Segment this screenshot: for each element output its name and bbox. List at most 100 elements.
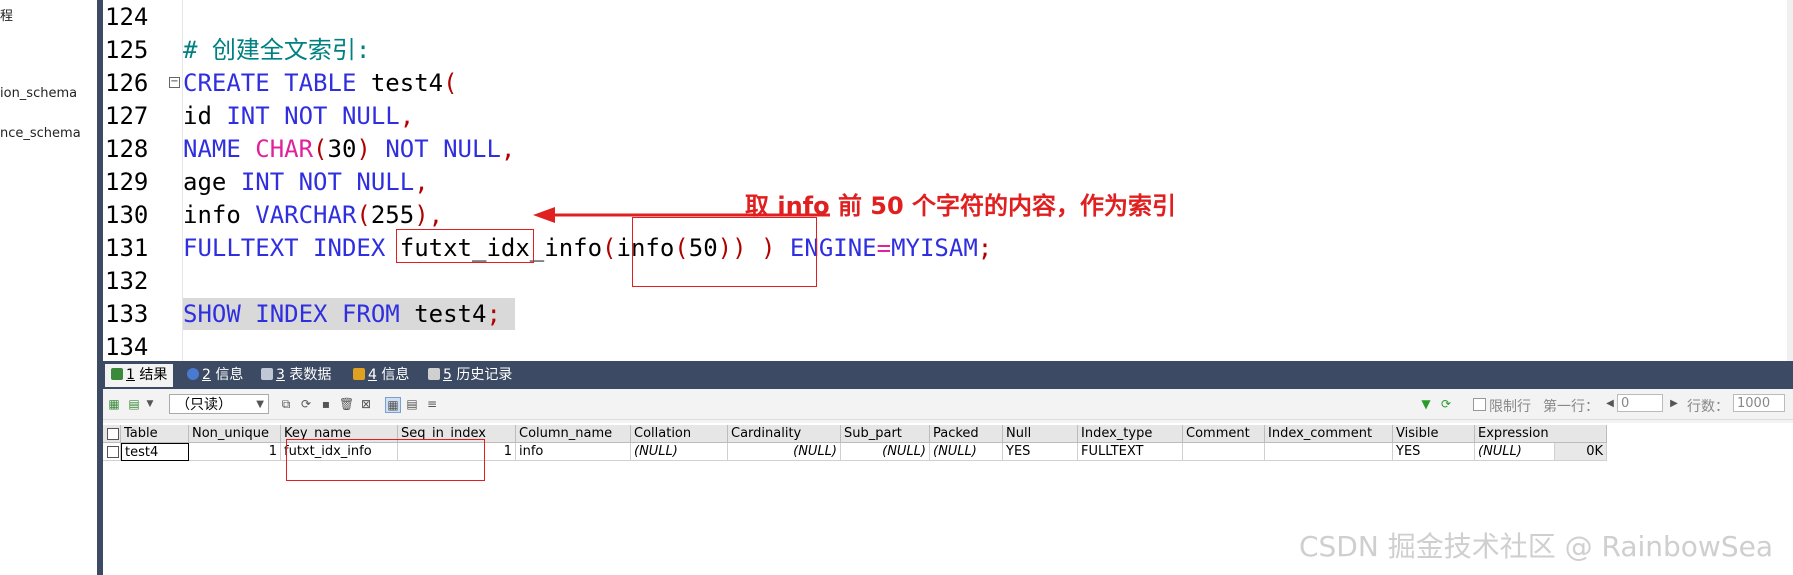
import-icon[interactable]: ▤ bbox=[127, 397, 141, 411]
tab-label: 信息 bbox=[215, 367, 244, 383]
readonly-select-value: （只读） bbox=[176, 397, 232, 413]
history-icon bbox=[428, 368, 440, 380]
table-cell[interactable] bbox=[1265, 443, 1393, 461]
filter-icon[interactable]: ▼ bbox=[1419, 397, 1433, 411]
highlight-box-prefix-length bbox=[632, 217, 817, 287]
text-view-icon[interactable]: ≡ bbox=[425, 397, 439, 411]
select-all-checkbox[interactable] bbox=[107, 428, 119, 440]
fold-toggle-icon[interactable]: − bbox=[169, 77, 180, 88]
table-cell[interactable]: info bbox=[516, 443, 631, 461]
refresh-row-icon[interactable]: ⟳ bbox=[299, 397, 313, 411]
tab-label: 历史记录 bbox=[456, 367, 513, 383]
save-icon[interactable]: ▪ bbox=[319, 397, 333, 411]
table-cell[interactable]: (NULL) bbox=[1475, 443, 1555, 461]
line-number: 124 bbox=[105, 3, 149, 31]
next-page-icon[interactable]: ▶ bbox=[1667, 397, 1681, 411]
code-number: 255 bbox=[370, 201, 415, 229]
line-number: 129 bbox=[105, 168, 149, 196]
tab-messages[interactable]: 2 信息 bbox=[187, 364, 243, 387]
table-cell[interactable]: FULLTEXT bbox=[1078, 443, 1183, 461]
chevron-down-icon: ▼ bbox=[256, 399, 264, 410]
blob-size-cell[interactable]: 0K bbox=[1555, 443, 1607, 461]
tab-history[interactable]: 5 历史记录 bbox=[428, 364, 512, 387]
code-keyword: INT NOT NULL bbox=[240, 168, 415, 196]
tree-item-routines[interactable]: 程 bbox=[0, 5, 13, 24]
tab-result[interactable]: 1 结果 bbox=[105, 364, 174, 387]
grid-view-icon[interactable]: ▦ bbox=[385, 397, 401, 413]
code-number: 30 bbox=[327, 135, 357, 163]
column-header[interactable]: Index_comment bbox=[1265, 425, 1393, 443]
row-select-cell[interactable] bbox=[103, 443, 121, 461]
line-number: 130 bbox=[105, 201, 149, 229]
tab-number: 2 bbox=[202, 367, 211, 383]
column-header[interactable]: Expression bbox=[1475, 425, 1607, 443]
code-comma: , bbox=[414, 168, 429, 196]
code-paren: ( bbox=[313, 135, 328, 163]
column-header[interactable]: Sub_part bbox=[841, 425, 930, 443]
line-number: 133 bbox=[105, 300, 149, 328]
column-header[interactable]: Cardinality bbox=[728, 425, 841, 443]
line-number: 126 bbox=[105, 69, 149, 97]
code-keyword: INT NOT NULL bbox=[226, 102, 400, 130]
row-checkbox[interactable] bbox=[107, 446, 119, 458]
column-header[interactable]: Table bbox=[121, 425, 189, 443]
table-cell[interactable]: (NULL) bbox=[631, 443, 728, 461]
column-header[interactable]: Column_name bbox=[516, 425, 631, 443]
column-header[interactable]: Non_unique bbox=[189, 425, 281, 443]
table-cell[interactable]: YES bbox=[1003, 443, 1078, 461]
column-header[interactable]: Visible bbox=[1393, 425, 1475, 443]
code-identifier: id bbox=[183, 102, 212, 130]
editor-scrollbar[interactable] bbox=[1787, 0, 1793, 361]
result-tabbar: 1 结果 2 信息 3 表数据 4 信息 5 历史记录 bbox=[103, 361, 1793, 389]
column-header[interactable]: Comment bbox=[1183, 425, 1265, 443]
reload-icon[interactable]: ⟳ bbox=[1439, 397, 1453, 411]
code-paren: ( bbox=[356, 201, 371, 229]
highlight-box-index-name bbox=[396, 229, 534, 263]
readonly-select[interactable]: （只读） ▼ bbox=[169, 394, 269, 414]
dropdown-arrow-icon[interactable]: ▼ bbox=[143, 397, 157, 411]
code-function: CHAR bbox=[255, 135, 314, 163]
form-view-icon[interactable]: ▤ bbox=[405, 397, 419, 411]
table-cell[interactable]: (NULL) bbox=[841, 443, 930, 461]
table-cell[interactable]: (NULL) bbox=[728, 443, 841, 461]
sql-editor[interactable]: 124 125 126 127 128 129 130 131 132 133 … bbox=[103, 0, 1793, 361]
table-cell[interactable]: YES bbox=[1393, 443, 1475, 461]
prev-page-icon[interactable]: ◀ bbox=[1603, 397, 1617, 411]
tree-item-performance-schema[interactable]: nce_schema bbox=[0, 126, 81, 141]
code-paren: ) bbox=[414, 201, 429, 229]
export-icon[interactable]: ▦ bbox=[107, 397, 121, 411]
column-header[interactable]: Collation bbox=[631, 425, 728, 443]
table-cell[interactable]: test4 bbox=[121, 443, 189, 461]
table-cell[interactable]: (NULL) bbox=[930, 443, 1003, 461]
column-header[interactable]: Index_type bbox=[1078, 425, 1183, 443]
copy-row-icon[interactable]: ⧉ bbox=[279, 397, 293, 411]
tab-table-data[interactable]: 3 表数据 bbox=[261, 364, 331, 387]
result-toolbar: ▦ ▤ ▼ （只读） ▼ ⧉ ⟳ ▪ 🗑 ⊠ ▦ ▤ ≡ ▼ ⟳ 限制行 第一行：… bbox=[103, 389, 1793, 420]
row-count-label: 行数： bbox=[1687, 399, 1729, 415]
code-keyword: NOT NULL bbox=[385, 135, 501, 163]
watermark: CSDN 掘金技术社区 @ RainbowSea bbox=[1298, 530, 1773, 563]
code-comma: , bbox=[500, 135, 516, 163]
tab-info[interactable]: 4 信息 bbox=[353, 364, 409, 387]
column-header[interactable]: Null bbox=[1003, 425, 1078, 443]
limit-rows-checkbox[interactable] bbox=[1473, 398, 1486, 411]
info-bars-icon bbox=[353, 368, 365, 380]
code-keyword: MYISAM bbox=[891, 234, 978, 262]
code-line-131: FULLTEXT INDEX futxt_idx_info(info(50)) … bbox=[183, 232, 992, 265]
code-line-128: NAME CHAR(30) NOT NULL, bbox=[183, 133, 515, 166]
line-number: 132 bbox=[105, 267, 149, 295]
code-semicolon: ; bbox=[977, 234, 993, 262]
delete-icon[interactable]: 🗑 bbox=[339, 397, 354, 411]
table-icon bbox=[261, 368, 273, 380]
row-count-input[interactable]: 1000 bbox=[1733, 394, 1785, 412]
column-header[interactable]: Packed bbox=[930, 425, 1003, 443]
tab-number: 5 bbox=[443, 367, 452, 383]
select-all-cell[interactable] bbox=[103, 425, 121, 443]
table-cell[interactable]: 1 bbox=[189, 443, 281, 461]
line-number: 131 bbox=[105, 234, 149, 262]
tab-label: 结果 bbox=[139, 367, 168, 383]
first-row-input[interactable]: 0 bbox=[1617, 394, 1663, 412]
cancel-changes-icon[interactable]: ⊠ bbox=[359, 397, 373, 411]
table-cell[interactable] bbox=[1183, 443, 1265, 461]
tree-item-information-schema[interactable]: ion_schema bbox=[0, 86, 77, 101]
